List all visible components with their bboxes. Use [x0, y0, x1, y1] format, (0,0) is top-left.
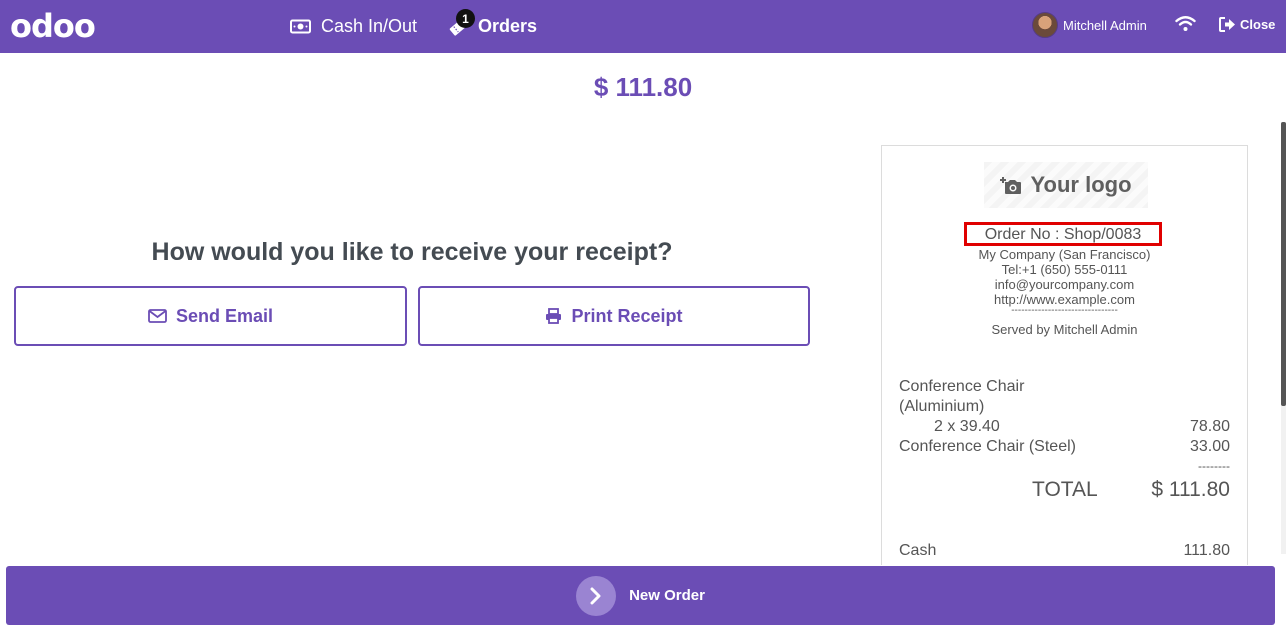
total-value: $ 111.80: [1151, 478, 1230, 501]
logo-text: Your logo: [1030, 172, 1132, 197]
company-name: My Company (San Francisco): [978, 247, 1151, 262]
company-phone: Tel:+1 (650) 555-0111: [1001, 262, 1128, 277]
new-order-label: New Order: [629, 587, 705, 604]
printer-icon: [546, 308, 562, 324]
receipt-line: Conference Chair (Steel) 33.00: [899, 438, 1230, 456]
new-order-button[interactable]: New Order: [6, 566, 1275, 625]
total-separator: --------: [1198, 459, 1230, 473]
served-by: Served by Mitchell Admin: [991, 322, 1138, 337]
cash-in-out-button[interactable]: Cash In/Out: [290, 0, 417, 53]
chevron-right-circle: [576, 575, 617, 616]
payment-amount: $ 111.80: [593, 72, 693, 102]
chevron-right-icon: [590, 587, 601, 604]
company-email: info@yourcompany.com: [994, 277, 1135, 292]
line-amount: 33.00: [1189, 438, 1230, 455]
receipt-question: How would you like to receive your recei…: [151, 238, 673, 266]
money-icon: [290, 19, 311, 34]
scrollbar-thumb[interactable]: [1281, 122, 1286, 406]
wifi-icon[interactable]: [1175, 15, 1196, 32]
payment-amount-value: 111.80: [1183, 542, 1230, 559]
envelope-icon: [148, 309, 167, 323]
cash-in-out-label: Cash In/Out: [321, 16, 418, 36]
orders-count-badge: 1: [456, 9, 475, 28]
order-number: Order No : Shop/0083: [964, 222, 1162, 246]
receipt-preview: Your logo Order No : Shop/0083 My Compan…: [881, 145, 1248, 565]
odoo-logo: odoo: [10, 7, 96, 45]
line-amount: 78.80: [1189, 418, 1230, 435]
close-button[interactable]: Close: [1219, 17, 1275, 32]
user-name: Mitchell Admin: [1063, 17, 1147, 33]
orders-button[interactable]: 1 Orders: [448, 0, 537, 53]
sign-out-icon: [1219, 17, 1235, 32]
receipt-line: 2 x 39.40 78.80: [899, 418, 1230, 436]
line-qty-price: 2 x 39.40: [934, 418, 1000, 435]
avatar: [1032, 12, 1058, 38]
print-receipt-label: Print Receipt: [571, 305, 683, 326]
send-email-button[interactable]: Send Email: [14, 286, 407, 346]
header-separator: --------------------------------: [1011, 305, 1118, 316]
total-label: TOTAL: [1032, 478, 1098, 501]
line-product-name: Conference Chair (Steel): [899, 438, 1076, 455]
close-label: Close: [1240, 17, 1276, 32]
camera-plus-icon: [1000, 176, 1022, 194]
top-navbar: odoo Cash In/Out 1 Orders Mitchell Admin: [0, 0, 1286, 53]
send-email-label: Send Email: [175, 305, 274, 326]
user-menu[interactable]: Mitchell Admin: [1032, 12, 1147, 38]
line-product-name: Conference Chair: [899, 378, 1025, 395]
orders-label: Orders: [478, 16, 538, 36]
payment-method: Cash: [899, 542, 937, 559]
line-product-name-cont: (Aluminium): [899, 398, 985, 415]
receipt-logo-placeholder[interactable]: Your logo: [984, 162, 1148, 208]
payment-line: Cash 111.80: [899, 542, 1230, 560]
print-receipt-button[interactable]: Print Receipt: [418, 286, 810, 346]
total-row: TOTAL $ 111.80: [899, 478, 1230, 504]
